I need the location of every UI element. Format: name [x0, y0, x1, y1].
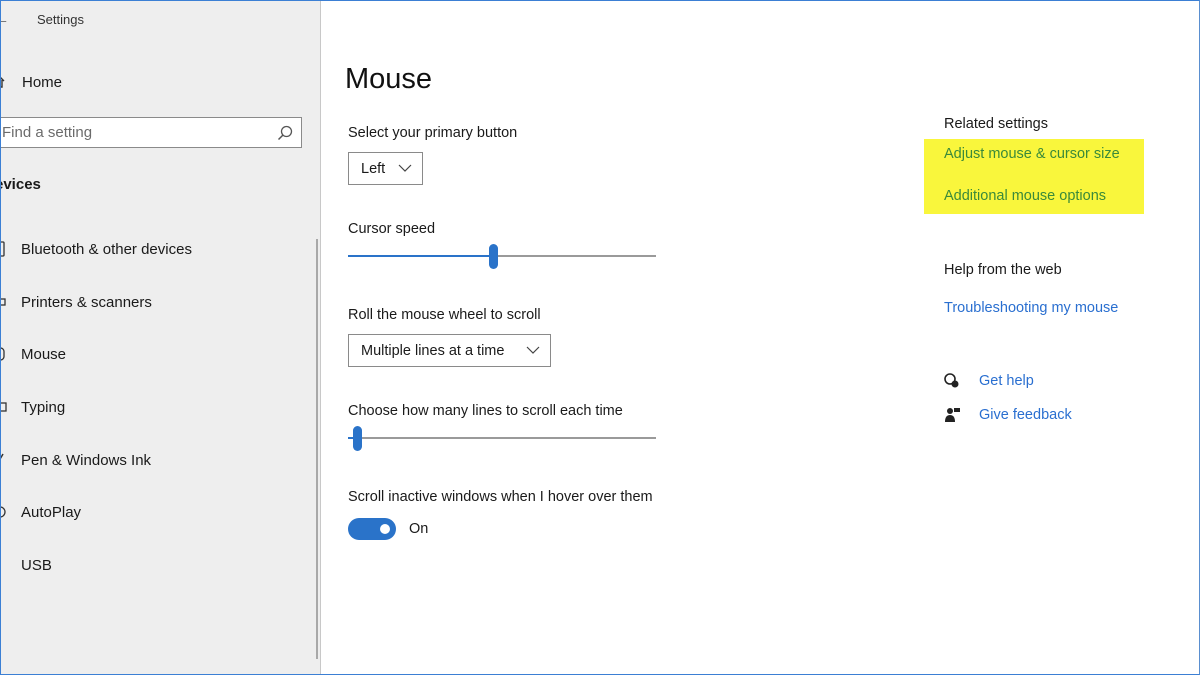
keyboard-icon — [1, 402, 7, 412]
search-icon[interactable] — [277, 125, 293, 141]
toggle-knob — [380, 524, 390, 534]
related-settings-title: Related settings — [944, 116, 1048, 132]
additional-mouse-options-link[interactable]: Additional mouse options — [944, 188, 1106, 204]
sidebar-item-home[interactable]: Home — [1, 69, 301, 97]
wheel-scroll-label: Roll the mouse wheel to scroll — [348, 307, 541, 323]
settings-window: ← Settings Home evices Bluetooth & other… — [0, 0, 1200, 675]
slider-thumb[interactable] — [353, 426, 363, 451]
toggle-state-text: On — [409, 521, 429, 537]
sidebar-item-printers[interactable]: Printers & scanners — [1, 286, 315, 339]
lines-scroll-label: Choose how many lines to scroll each tim… — [348, 403, 623, 419]
sidebar-item-label: Home — [22, 74, 63, 91]
chevron-down-icon — [398, 164, 412, 172]
app-title: Settings — [37, 12, 84, 27]
sidebar-item-label: Typing — [21, 399, 66, 417]
help-from-web-title: Help from the web — [944, 262, 1062, 278]
search-input[interactable] — [2, 122, 262, 142]
printer-icon — [1, 298, 6, 306]
sidebar-item-label: Mouse — [21, 346, 67, 364]
sidebar-item-typing[interactable]: Typing — [1, 391, 315, 444]
sidebar-item-bluetooth[interactable]: Bluetooth & other devices — [1, 233, 315, 286]
sidebar-scrollbar[interactable] — [316, 239, 318, 659]
lines-scroll-slider[interactable] — [348, 424, 656, 452]
sidebar-item-label: USB — [21, 557, 52, 575]
bluetooth-icon — [1, 241, 5, 257]
sidebar-item-autoplay[interactable]: AutoPlay — [1, 496, 315, 549]
chevron-down-icon — [526, 346, 540, 354]
sidebar-item-label: Printers & scanners — [21, 293, 152, 311]
primary-button-value: Left — [361, 160, 386, 177]
inactive-scroll-label: Scroll inactive windows when I hover ove… — [348, 489, 653, 505]
cursor-speed-label: Cursor speed — [348, 221, 436, 237]
give-feedback-link[interactable]: Give feedback — [979, 407, 1072, 423]
sidebar-item-label: AutoPlay — [21, 504, 82, 522]
main-content: Mouse Select your primary button Left Cu… — [321, 1, 1199, 674]
autoplay-icon — [1, 506, 6, 518]
primary-button-dropdown[interactable]: Left — [348, 152, 423, 185]
get-help-link[interactable]: Get help — [979, 373, 1034, 389]
home-icon — [1, 77, 5, 88]
slider-fill — [348, 255, 493, 257]
inactive-scroll-toggle[interactable] — [348, 518, 396, 540]
back-arrow-icon[interactable]: ← — [1, 11, 9, 27]
sidebar-section-title: evices — [1, 176, 41, 193]
cursor-speed-slider[interactable] — [348, 242, 656, 270]
sidebar-item-pen[interactable]: Pen & Windows Ink — [1, 444, 315, 497]
sidebar-nav-list: Bluetooth & other devices Printers & sca… — [1, 233, 315, 602]
sidebar: ← Settings Home evices Bluetooth & other… — [1, 1, 321, 674]
slider-track — [348, 437, 656, 439]
page-title: Mouse — [345, 63, 433, 95]
sidebar-item-label: Pen & Windows Ink — [21, 451, 152, 469]
pen-icon — [1, 453, 4, 459]
sidebar-item-mouse[interactable]: Mouse — [1, 338, 315, 391]
sidebar-item-label: Bluetooth & other devices — [21, 241, 192, 258]
search-box[interactable] — [1, 117, 302, 148]
title-bar: ← Settings — [1, 9, 301, 33]
adjust-cursor-size-link[interactable]: Adjust mouse & cursor size — [944, 146, 1120, 162]
mouse-icon — [1, 347, 5, 361]
troubleshooting-link[interactable]: Troubleshooting my mouse — [944, 300, 1118, 316]
primary-button-label: Select your primary button — [348, 125, 518, 141]
wheel-scroll-dropdown[interactable]: Multiple lines at a time — [348, 334, 551, 367]
feedback-icon — [945, 408, 960, 422]
sidebar-item-usb[interactable]: USB — [1, 549, 315, 602]
wheel-scroll-value: Multiple lines at a time — [361, 342, 505, 359]
usb-icon — [0, 556, 7, 574]
get-help-icon — [944, 373, 959, 388]
slider-thumb[interactable] — [488, 244, 498, 269]
